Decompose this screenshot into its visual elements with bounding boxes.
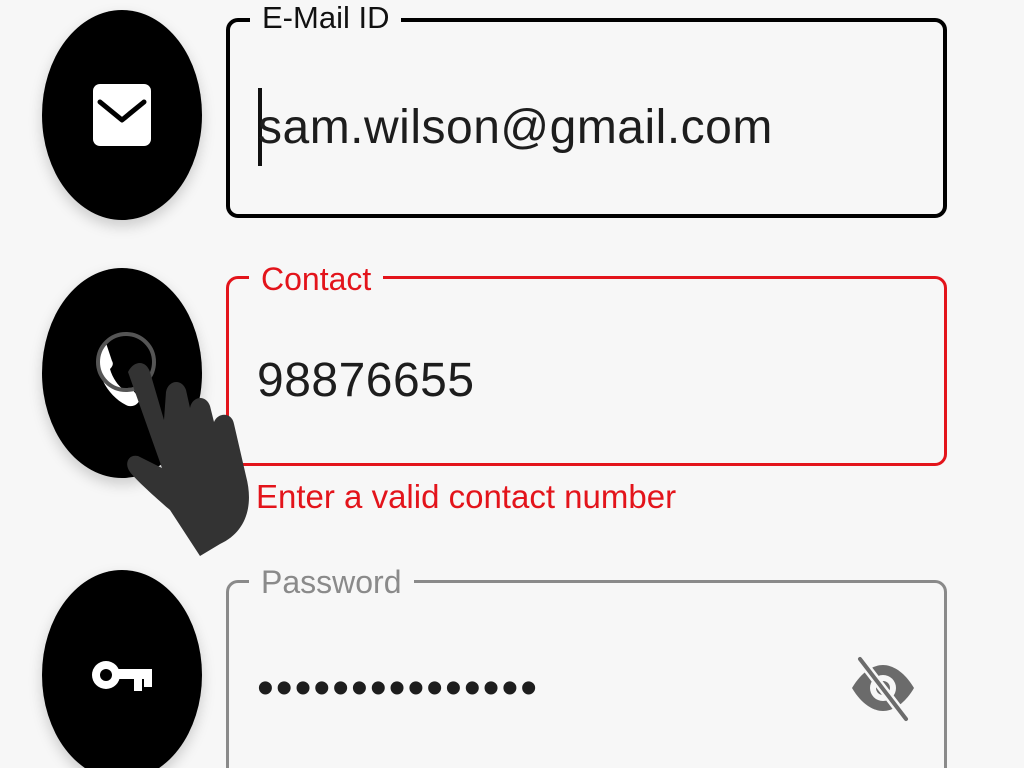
password-field-label: Password: [249, 562, 414, 602]
envelope-icon: [93, 84, 151, 146]
contact-input-value[interactable]: 98876655: [257, 353, 475, 408]
phone-icon: [98, 343, 140, 407]
email-icon-circle: [42, 10, 202, 220]
contact-field-label: Contact: [249, 259, 384, 299]
email-field[interactable]: E-Mail ID sam.wilson@gmail.com: [226, 0, 947, 218]
key-icon: [92, 661, 152, 691]
login-form-screen: E-Mail ID sam.wilson@gmail.com Contact 9…: [0, 0, 1024, 768]
password-field[interactable]: Password •••••••••••••••: [226, 562, 947, 768]
contact-icon-circle: [42, 268, 202, 478]
email-field-label: E-Mail ID: [250, 0, 402, 38]
password-icon-circle: [42, 570, 202, 768]
email-input-value[interactable]: sam.wilson@gmail.com: [258, 100, 773, 155]
password-input-value[interactable]: •••••••••••••••: [257, 661, 539, 716]
contact-error-message: Enter a valid contact number: [256, 478, 677, 515]
eye-off-icon[interactable]: [848, 653, 918, 723]
contact-field[interactable]: Contact 98876655: [226, 259, 947, 466]
